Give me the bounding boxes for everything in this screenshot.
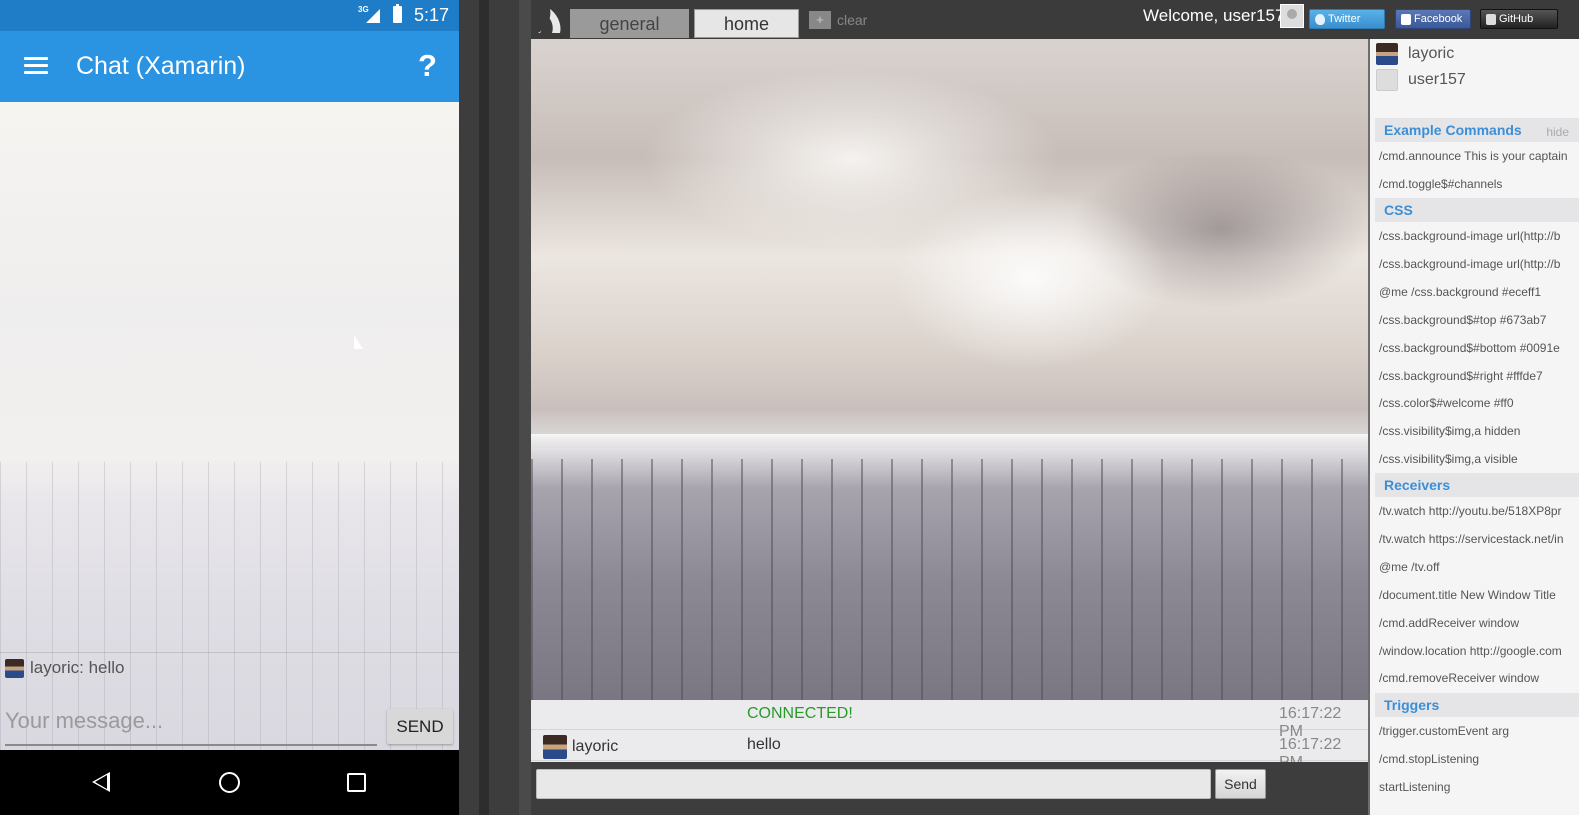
clear-link[interactable]: clear	[837, 12, 867, 28]
servicestack-logo-icon	[538, 9, 561, 33]
connected-status: CONNECTED!	[747, 705, 853, 722]
welcome-text: Welcome, user157	[1143, 6, 1285, 25]
tab-home[interactable]: home	[694, 9, 799, 38]
message-username: layoric	[572, 738, 619, 755]
command-item[interactable]: /tv.watch http://youtu.be/518XP8pr	[1379, 500, 1579, 522]
message-input[interactable]: Your message...	[5, 704, 377, 746]
web-chat-app: general home + clear Welcome, user157 Tw…	[531, 0, 1579, 815]
divider	[0, 652, 459, 653]
android-emulator: 3G 5:17 Chat (Xamarin) ? layoric: hello …	[0, 0, 459, 815]
message-list: CONNECTED! 16:17:22 PM layoric hello 16:…	[531, 700, 1368, 771]
app-title: Chat (Xamarin)	[76, 52, 246, 80]
message-text: layoric: hello	[30, 658, 125, 677]
twitter-label: Twitter	[1328, 13, 1361, 25]
cloud	[891, 189, 1171, 369]
section-header-triggers: Triggers	[1375, 693, 1579, 717]
status-bar: 3G 5:17	[0, 0, 459, 31]
battery-icon	[393, 4, 402, 23]
clear-button[interactable]: +	[809, 11, 831, 29]
table-row: CONNECTED! 16:17:22 PM	[531, 700, 1368, 740]
command-item[interactable]: /cmd.addReceiver window	[1379, 612, 1579, 634]
avatar	[1376, 43, 1398, 65]
input-bar: Send	[531, 762, 1368, 815]
hide-link[interactable]: hide	[1546, 120, 1569, 144]
section-title: Triggers	[1384, 697, 1440, 713]
command-item[interactable]: /css.background$#right #fffde7	[1379, 365, 1579, 387]
signal-icon	[366, 9, 380, 23]
help-button[interactable]: ?	[418, 48, 437, 84]
section-title: Example Commands	[1384, 122, 1522, 138]
github-icon	[1486, 14, 1496, 25]
avatar	[5, 658, 24, 678]
message-input[interactable]	[536, 769, 1211, 799]
section-title: Receivers	[1384, 477, 1451, 493]
facebook-button[interactable]: Facebook	[1395, 9, 1471, 29]
avatar	[543, 735, 567, 759]
top-bar: general home + clear Welcome, user157 Tw…	[531, 0, 1579, 39]
twitter-button[interactable]: Twitter	[1309, 9, 1385, 29]
horizon	[531, 434, 1368, 448]
command-item[interactable]: /cmd.removeReceiver window	[1379, 667, 1579, 689]
command-item[interactable]: /css.visibility$img,a visible	[1379, 448, 1579, 470]
command-item[interactable]: /css.background$#top #673ab7	[1379, 309, 1579, 331]
command-item[interactable]: /css.color$#welcome #ff0	[1379, 392, 1579, 414]
user-avatar	[1280, 4, 1304, 28]
message-text: hello	[747, 736, 781, 753]
tab-general[interactable]: general	[570, 9, 689, 38]
app-bar: Chat (Xamarin) ?	[0, 31, 459, 102]
command-item[interactable]: @me /css.background #eceff1	[1379, 281, 1579, 303]
user-list-item[interactable]: user157	[1376, 68, 1466, 92]
window-frame	[479, 0, 489, 815]
chat-history: layoric: hello Your message... SEND	[0, 102, 459, 750]
command-item[interactable]: /tv.watch https://servicestack.net/in	[1379, 528, 1579, 550]
send-button[interactable]: Send	[1215, 769, 1266, 799]
command-item[interactable]: /css.background-image url(http://b	[1379, 225, 1579, 247]
command-item[interactable]: /window.location http://google.com	[1379, 640, 1579, 662]
section-header-receivers: Receivers	[1375, 473, 1579, 497]
facebook-label: Facebook	[1414, 13, 1463, 25]
chat-background	[531, 39, 1368, 700]
command-item[interactable]: /css.background-image url(http://b	[1379, 253, 1579, 275]
twitter-icon	[1315, 14, 1325, 25]
command-item[interactable]: /document.title New Window Title	[1379, 584, 1579, 606]
message-user[interactable]: layoric	[543, 735, 618, 759]
command-item[interactable]: /css.background$#bottom #0091e	[1379, 337, 1579, 359]
window-frame	[519, 0, 531, 815]
home-icon[interactable]	[219, 772, 240, 793]
chat-message: layoric: hello	[5, 657, 125, 679]
command-item[interactable]: /cmd.toggle$#channels	[1379, 173, 1579, 195]
section-header-example-commands: Example Commands hide	[1375, 118, 1579, 142]
user-name: user157	[1408, 71, 1466, 88]
navigation-bar	[0, 750, 459, 815]
command-item[interactable]: startListening	[1379, 776, 1579, 798]
user-name: layoric	[1408, 45, 1455, 62]
command-item[interactable]: /cmd.announce This is your captain	[1379, 145, 1579, 167]
section-header-css: CSS	[1375, 198, 1579, 222]
desktop-background	[459, 0, 531, 815]
user-list-item[interactable]: layoric	[1376, 42, 1454, 66]
hamburger-menu-icon[interactable]	[24, 57, 48, 75]
command-item[interactable]: @me /tv.off	[1379, 556, 1579, 578]
command-item[interactable]: /cmd.stopListening	[1379, 748, 1579, 770]
floor-boards	[531, 459, 1368, 700]
avatar	[1376, 69, 1398, 91]
github-button[interactable]: GitHub	[1480, 9, 1558, 29]
command-item[interactable]: /trigger.customEvent arg	[1379, 720, 1579, 742]
back-icon[interactable]	[92, 772, 110, 792]
sidebar: layoric user157 Example Commands hide /c…	[1368, 39, 1579, 815]
facebook-icon	[1401, 14, 1411, 25]
send-button[interactable]: SEND	[387, 709, 453, 744]
section-title: CSS	[1384, 202, 1413, 218]
recent-apps-icon[interactable]	[347, 773, 366, 792]
github-label: GitHub	[1499, 13, 1534, 25]
table-row: layoric hello 16:17:22 PM	[531, 731, 1368, 771]
command-item[interactable]: /css.visibility$img,a hidden	[1379, 420, 1579, 442]
status-time: 5:17	[414, 5, 450, 25]
screen: 3G 5:17 Chat (Xamarin) ? layoric: hello …	[0, 0, 1579, 815]
